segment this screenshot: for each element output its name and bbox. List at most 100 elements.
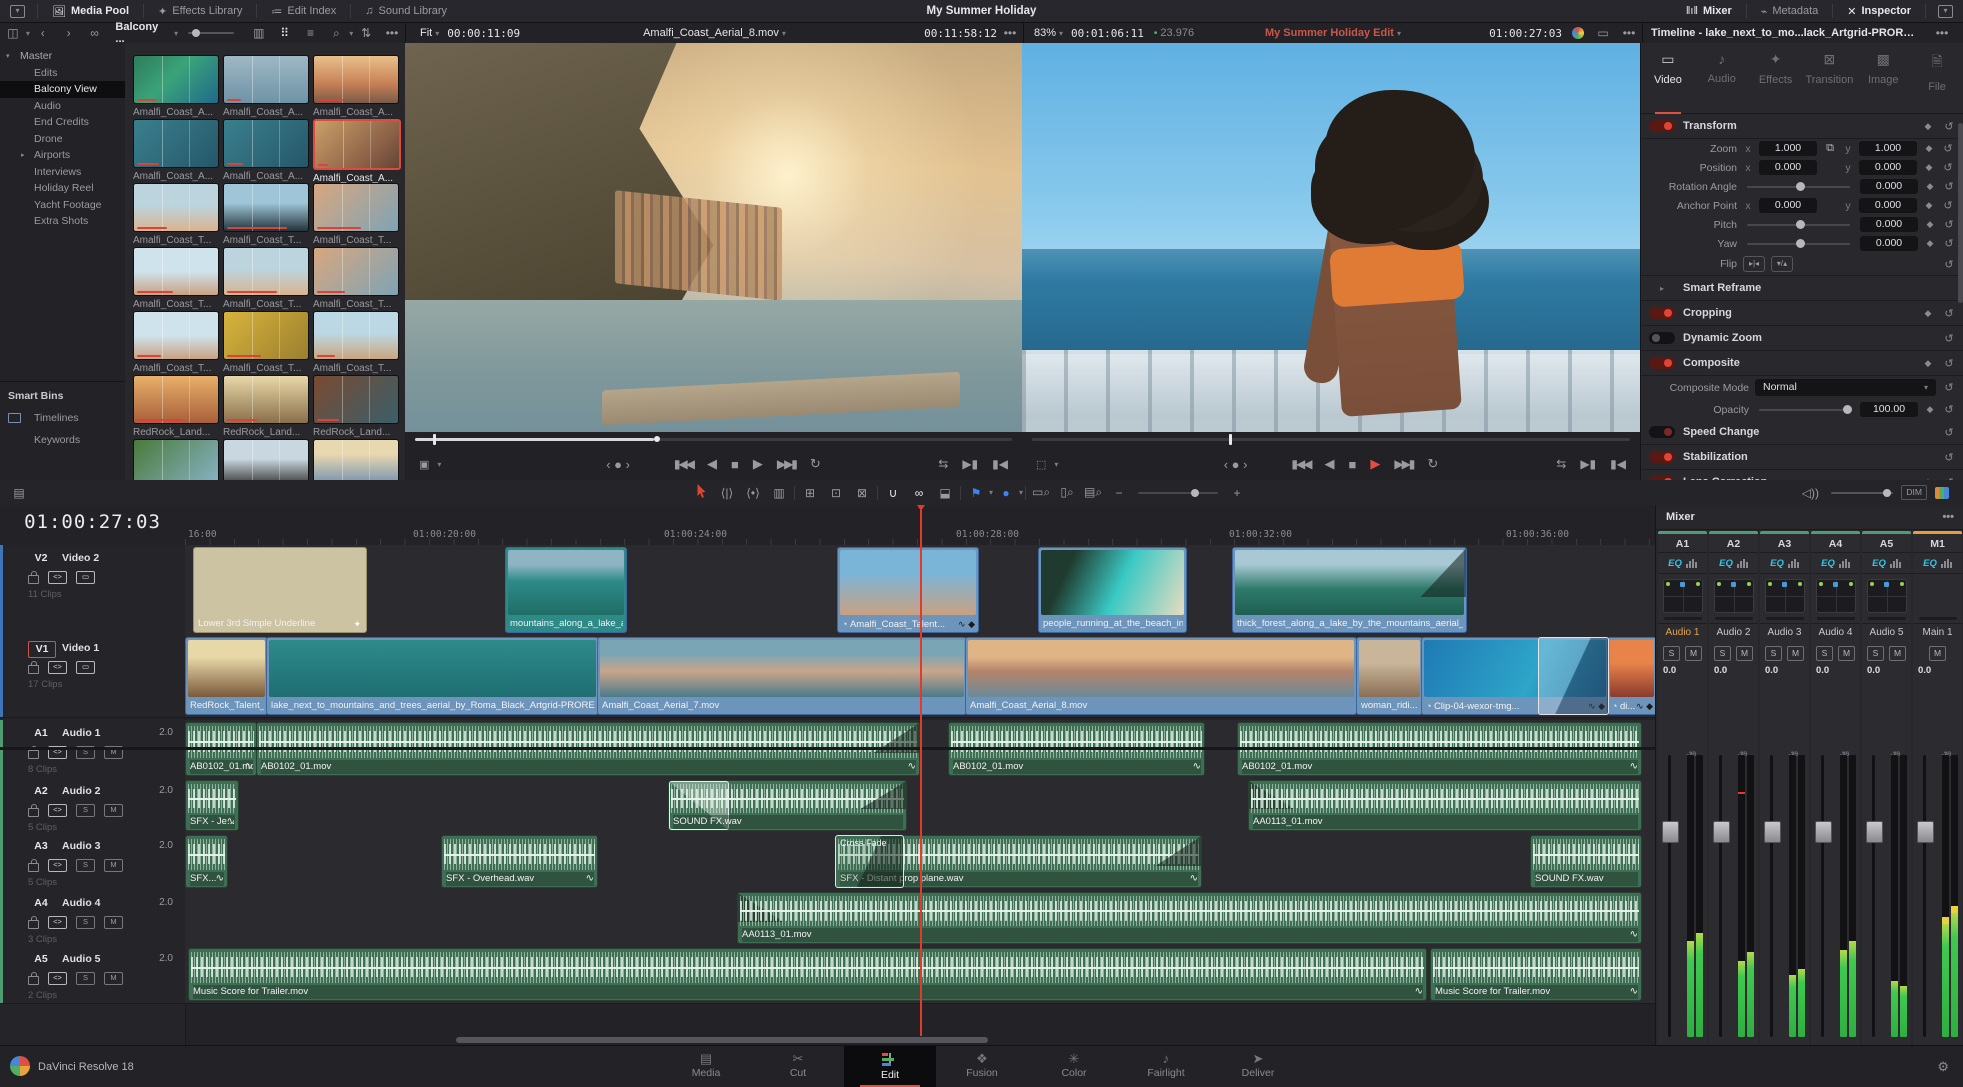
composite-section[interactable]: Composite ◆ ↺ xyxy=(1641,351,1963,376)
pitch-reset-icon[interactable]: ↺ xyxy=(1942,218,1956,231)
marker-chevron-icon[interactable]: ▾ xyxy=(1019,488,1023,497)
eq-button[interactable]: EQ xyxy=(1913,553,1962,574)
timeline-scrub-bar[interactable] xyxy=(1032,434,1630,445)
panel-layout-icon[interactable]: ◫ xyxy=(0,26,26,40)
track-header-a5[interactable]: A5 Audio 5 2.0 <> S M 2 Clips xyxy=(0,946,185,1004)
tl-stop-button[interactable]: ■ xyxy=(1348,457,1356,472)
media-thumbnail[interactable] xyxy=(223,119,309,168)
auto-select-icon[interactable]: <> xyxy=(48,972,67,985)
zoom-keyframe-icon[interactable]: ◆ xyxy=(1923,143,1935,154)
timeline-audio-clip[interactable]: SFX - Je... ∿ xyxy=(185,780,239,831)
eq-button[interactable]: EQ xyxy=(1862,553,1911,574)
media-clip[interactable]: Amalfi_Coast_T... xyxy=(223,311,309,374)
dynamic-zoom-toggle[interactable] xyxy=(1649,332,1675,344)
mute-button[interactable]: M xyxy=(1736,646,1753,661)
zoom-in-icon[interactable]: + xyxy=(1224,486,1250,500)
timeline-layout-grid-icon[interactable] xyxy=(1935,486,1949,499)
tl-previous-frame-icon[interactable]: ▶▮ xyxy=(1580,457,1596,471)
mute-button[interactable]: M xyxy=(104,804,123,817)
smart-bin-item[interactable]: Keywords xyxy=(0,429,125,451)
timeline-audio-clip[interactable]: AA0113_01.mov xyxy=(1248,780,1642,831)
media-thumbnail[interactable] xyxy=(313,311,399,360)
solo-button[interactable]: S xyxy=(76,972,95,985)
media-thumbnail[interactable] xyxy=(223,311,309,360)
page-tab[interactable]: ✳ Color xyxy=(1028,1046,1120,1087)
tl-play-button[interactable]: ▶ xyxy=(1370,456,1380,472)
track-header-v2[interactable]: V2 Video 2 <> ▭ 11 Clips xyxy=(0,545,185,636)
page-tab[interactable]: Edit xyxy=(844,1046,936,1087)
auto-select-icon[interactable]: <> xyxy=(48,804,67,817)
inspector-tab[interactable]: ▩ Image xyxy=(1856,51,1910,113)
solo-button[interactable]: S xyxy=(1765,646,1782,661)
zoom-x-input[interactable]: 1.000 xyxy=(1759,141,1817,156)
timeline-video-clip[interactable]: lake_next_to_mountains_and_trees_aerial_… xyxy=(266,637,599,715)
anchor-reset-icon[interactable]: ↺ xyxy=(1941,199,1955,212)
tl-go-to-first-frame-button[interactable]: ▮◀◀ xyxy=(1291,457,1312,471)
media-clip[interactable] xyxy=(223,439,309,480)
fader-track[interactable] xyxy=(1821,755,1824,1037)
media-thumbnail[interactable] xyxy=(313,247,399,296)
bin-item[interactable]: End Credits xyxy=(0,114,125,131)
custom-zoom-icon[interactable]: ▭⌕ xyxy=(1028,485,1054,500)
bin-item[interactable]: Balcony View xyxy=(0,81,125,98)
timeline-name-dropdown[interactable]: My Summer Holiday Edit ▾ xyxy=(1024,27,1642,39)
media-thumbnail[interactable] xyxy=(133,247,219,296)
monitor-volume-slider[interactable] xyxy=(1831,488,1894,497)
media-clip[interactable]: Amalfi_Coast_T... xyxy=(223,247,309,310)
snapping-icon[interactable]: ∪ xyxy=(880,486,906,500)
timeline-audio-clip[interactable]: Music Score for Trailer.mov ∿ xyxy=(1430,948,1642,1001)
stop-button[interactable]: ■ xyxy=(731,457,739,472)
bin-item[interactable]: Audio xyxy=(0,98,125,115)
timeline-video-clip[interactable]: Amalfi_Coast_Aerial_7.mov xyxy=(597,637,967,715)
media-thumbnail[interactable] xyxy=(133,439,219,480)
bin-item[interactable]: Interviews xyxy=(0,164,125,181)
media-clip[interactable]: Amalfi_Coast_T... xyxy=(223,183,309,246)
timeline-video-clip[interactable]: people_running_at_the_beach_in_brig... xyxy=(1038,547,1187,633)
composite-reset-icon[interactable]: ↺ xyxy=(1942,357,1956,370)
bin-item[interactable]: Holiday Reel xyxy=(0,180,125,197)
position-lock-icon[interactable]: ⬓ xyxy=(932,486,958,500)
insert-clip-icon[interactable]: ⊞ xyxy=(797,486,823,500)
solo-button[interactable]: S xyxy=(1714,646,1731,661)
pitch-keyframe-icon[interactable]: ◆ xyxy=(1924,219,1936,230)
yaw-reset-icon[interactable]: ↺ xyxy=(1942,237,1956,250)
media-thumbnail[interactable] xyxy=(223,375,309,424)
overwrite-clip-icon[interactable]: ⊡ xyxy=(823,486,849,500)
media-thumbnail[interactable] xyxy=(223,183,309,232)
playhead[interactable] xyxy=(917,505,925,1036)
composite-toggle[interactable] xyxy=(1649,357,1675,369)
tl-play-reverse-button[interactable]: ◀ xyxy=(1324,456,1334,472)
position-x-input[interactable]: 0.000 xyxy=(1759,160,1817,175)
bin-item[interactable]: Edits xyxy=(0,65,125,82)
tl-go-to-last-frame-button[interactable]: ▶▶▮ xyxy=(1394,457,1415,471)
clip-link-icon[interactable]: ∞ xyxy=(82,26,108,40)
mute-button[interactable]: M xyxy=(104,916,123,929)
mute-button[interactable]: M xyxy=(1685,646,1702,661)
media-thumbnail[interactable] xyxy=(133,311,219,360)
trim-edit-mode-icon[interactable]: ⟨|⟩ xyxy=(714,486,740,500)
stabilization-reset-icon[interactable]: ↺ xyxy=(1942,451,1956,464)
inspector-tab[interactable]: ✦ Effects xyxy=(1749,51,1803,113)
search-icon[interactable]: ⌕ xyxy=(323,26,349,41)
inspector-scrollbar[interactable] xyxy=(1958,123,1963,303)
forward-icon[interactable]: › xyxy=(56,26,82,40)
detail-zoom-icon[interactable]: ▯⌕ xyxy=(1054,485,1080,500)
smart-bin-item[interactable]: Timelines xyxy=(0,407,125,429)
media-thumbnail[interactable] xyxy=(133,183,219,232)
page-tab[interactable]: ▤ Media xyxy=(660,1046,752,1087)
eq-button[interactable]: EQ xyxy=(1658,553,1707,574)
mute-button[interactable]: M xyxy=(1889,646,1906,661)
composite-mode-reset-icon[interactable]: ↺ xyxy=(1942,381,1956,394)
solo-button[interactable]: S xyxy=(1867,646,1884,661)
media-clip[interactable]: Amalfi_Coast_A... xyxy=(223,119,309,182)
media-thumbnail[interactable] xyxy=(133,55,219,104)
fader-track[interactable] xyxy=(1719,755,1722,1037)
play-reverse-button[interactable]: ◀ xyxy=(707,456,717,472)
source-scrub-bar[interactable] xyxy=(415,434,1012,445)
collapse-left-panel-icon[interactable]: ▾ xyxy=(10,4,25,18)
inspector-tab[interactable]: ♪ Audio xyxy=(1695,51,1749,113)
media-thumbnail[interactable] xyxy=(313,375,399,424)
sort-icon[interactable]: ⇅ xyxy=(353,26,379,40)
tl-next-frame-icon[interactable]: ▮◀ xyxy=(1610,457,1626,471)
jog-reverse-icon[interactable]: ‹ ● › xyxy=(606,457,630,472)
